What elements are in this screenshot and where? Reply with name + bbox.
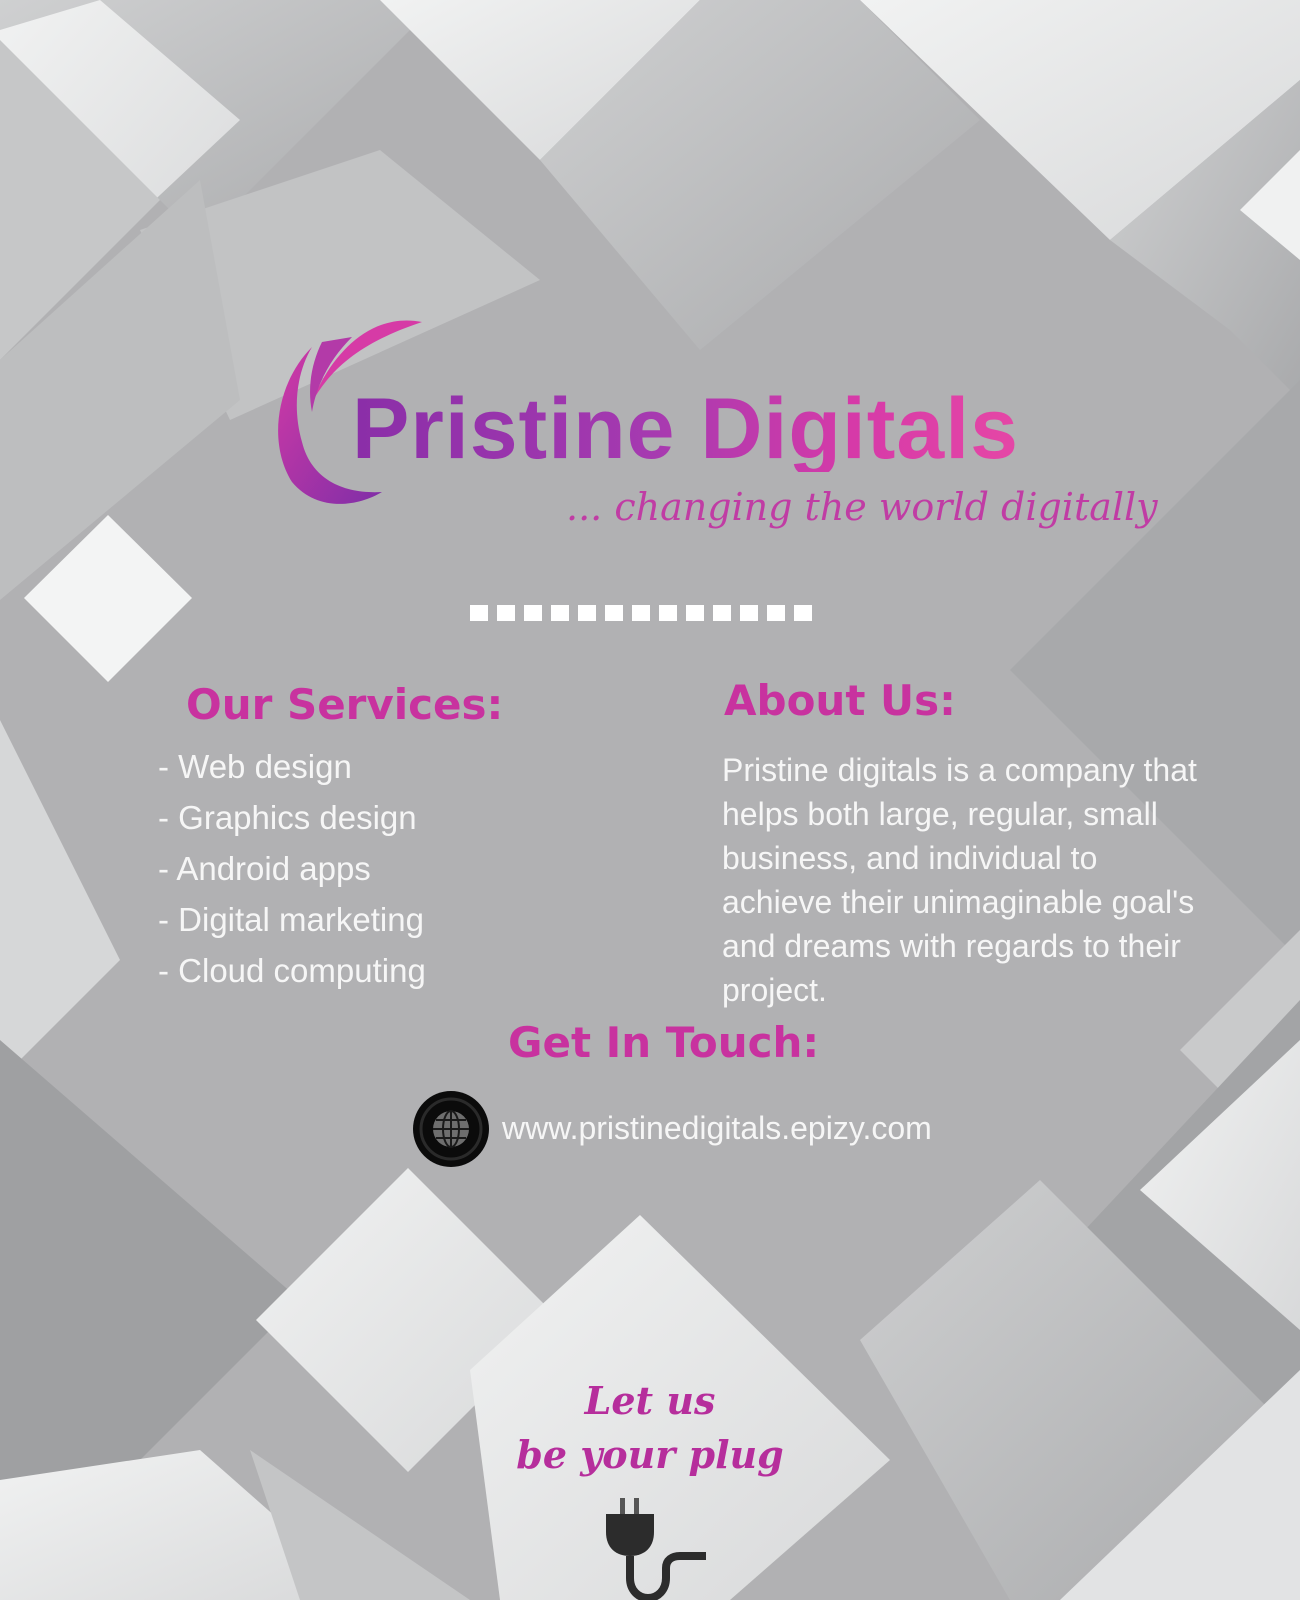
- brand-tagline: ... changing the world digitally: [566, 485, 1158, 529]
- slogan-line-1: Let us: [584, 1378, 716, 1423]
- service-item: - Cloud computing: [158, 952, 426, 989]
- services-heading: Our Services:: [186, 680, 504, 729]
- globe-icon: [413, 1091, 489, 1167]
- brand-name: Pristine Digitals: [352, 381, 1019, 477]
- service-item: - Digital marketing: [158, 901, 424, 938]
- about-text: Pristine digitals is a company that help…: [722, 752, 1197, 1008]
- website-link[interactable]: www.pristinedigitals.epizy.com: [502, 1110, 932, 1147]
- service-item: - Web design: [158, 748, 352, 785]
- slogan-line-2: be your plug: [516, 1432, 784, 1477]
- contact-heading: Get In Touch:: [508, 1018, 820, 1067]
- about-heading: About Us:: [724, 676, 956, 725]
- service-item: - Graphics design: [158, 799, 417, 836]
- service-item: - Android apps: [158, 850, 371, 887]
- plug-icon: [606, 1498, 706, 1600]
- dotted-divider: [470, 605, 812, 621]
- services-list: - Web design - Graphics design - Android…: [158, 748, 426, 1007]
- slogan: Let us be your plug: [450, 1374, 850, 1482]
